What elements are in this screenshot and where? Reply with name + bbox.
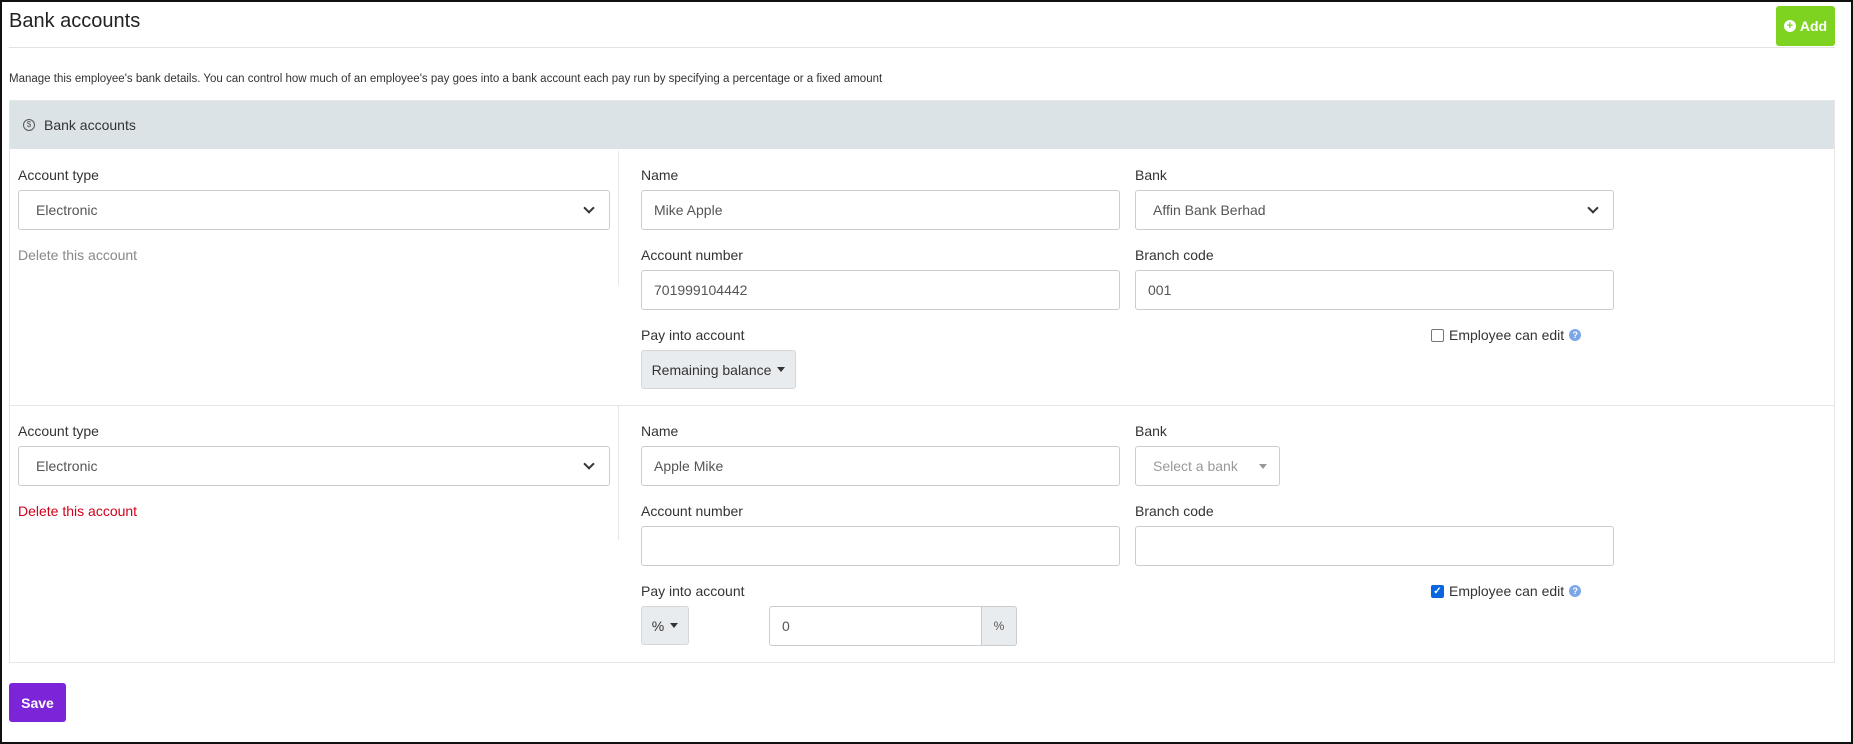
add-label: Add (1799, 18, 1828, 34)
pay-into-account-label: Pay into account (641, 327, 745, 343)
panel-title: Bank accounts (44, 117, 136, 133)
column-divider (618, 151, 619, 285)
branch-code-label: Branch code (1135, 247, 1214, 263)
column-divider (618, 406, 619, 540)
chevron-down-icon (1587, 202, 1599, 214)
employee-can-edit-checkbox[interactable]: ✓ (1431, 584, 1444, 598)
account-type-value: Electronic (36, 458, 98, 474)
help-icon[interactable]: ? (1569, 585, 1582, 597)
chevron-down-icon (583, 458, 595, 470)
branch-code-input[interactable] (1135, 526, 1614, 566)
branch-code-label: Branch code (1135, 503, 1214, 519)
account-number-input[interactable] (641, 270, 1120, 310)
account-number-label: Account number (641, 247, 743, 263)
branch-code-input[interactable] (1135, 270, 1614, 310)
chevron-down-icon (583, 202, 595, 214)
account-type-label: Account type (18, 167, 99, 183)
employee-can-edit-label: Employee can edit (1449, 583, 1565, 599)
name-input[interactable] (641, 190, 1120, 230)
employee-can-edit-control[interactable]: ✓ Employee can edit ? (1431, 583, 1582, 599)
account-number-input[interactable] (641, 526, 1120, 566)
delete-account-link[interactable]: Delete this account (18, 247, 137, 263)
name-label: Name (641, 167, 679, 183)
caret-down-icon (670, 623, 679, 628)
bank-value: Affin Bank Berhad (1153, 202, 1266, 218)
pay-into-account-label: Pay into account (641, 583, 745, 599)
bank-accounts-panel (9, 100, 1835, 663)
name-input[interactable] (641, 446, 1120, 486)
help-icon[interactable]: ? (1569, 329, 1582, 341)
pay-mode-value: Remaining balance (651, 361, 772, 378)
page-description: Manage this employee's bank details. You… (9, 73, 883, 85)
pay-mode-dropdown[interactable]: Remaining balance (641, 350, 796, 389)
bank-label: Bank (1135, 167, 1167, 183)
caret-down-icon (777, 367, 786, 372)
page-title: Bank accounts (9, 10, 141, 32)
account-type-select[interactable]: Electronic (18, 190, 610, 230)
dollar-coin-icon: $ (23, 119, 35, 131)
pay-mode-value: % (651, 617, 665, 634)
row-divider (10, 405, 1834, 406)
bank-placeholder: Select a bank (1153, 458, 1238, 474)
employee-can-edit-control[interactable]: Employee can edit ? (1431, 327, 1582, 343)
employee-can-edit-checkbox[interactable] (1431, 328, 1444, 342)
name-label: Name (641, 423, 679, 439)
bank-select[interactable]: Affin Bank Berhad (1135, 190, 1614, 230)
delete-account-link[interactable]: Delete this account (18, 503, 137, 519)
account-type-label: Account type (18, 423, 99, 439)
account-type-select[interactable]: Electronic (18, 446, 610, 486)
save-button[interactable]: Save (9, 683, 66, 722)
add-account-button[interactable]: + Add (1776, 6, 1835, 46)
bank-label: Bank (1135, 423, 1167, 439)
caret-down-icon (1259, 463, 1267, 469)
account-type-value: Electronic (36, 202, 98, 218)
employee-can-edit-label: Employee can edit (1449, 327, 1565, 343)
panel-header: $ Bank accounts (10, 101, 1834, 149)
percent-addon: % (982, 606, 1017, 646)
header-divider (9, 47, 1835, 48)
plus-circle-icon: + (1783, 20, 1796, 32)
pay-mode-dropdown[interactable]: % (641, 606, 689, 645)
pay-percent-input[interactable] (769, 606, 982, 646)
account-number-label: Account number (641, 503, 743, 519)
bank-select[interactable]: Select a bank (1135, 446, 1280, 486)
